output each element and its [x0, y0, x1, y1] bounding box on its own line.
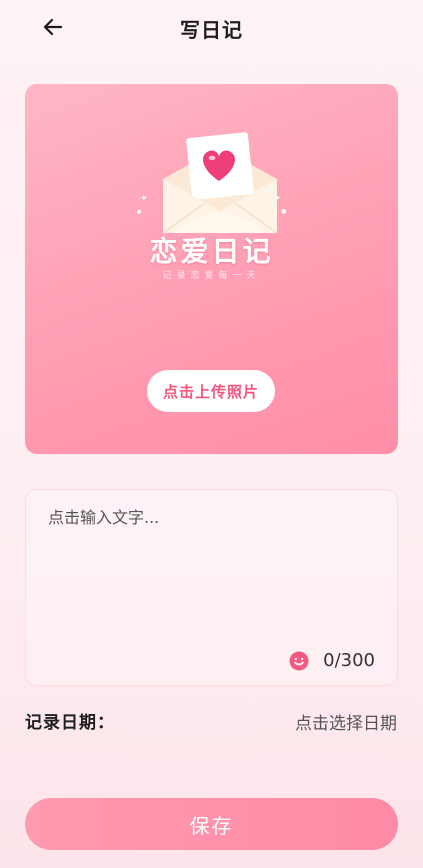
write-diary-page: 写日记 ✦ ✦ ● ● 恋爱日记 记录恋爱每一天 点击上传照片 点击输入文字..…: [0, 0, 423, 868]
photo-upload-card[interactable]: ✦ ✦ ● ● 恋爱日记 记录恋爱每一天 点击上传照片: [25, 84, 398, 454]
diary-text-box: 0/300: [25, 489, 398, 686]
heart-envelope-icon: [162, 132, 278, 234]
save-button[interactable]: 保存: [25, 798, 398, 850]
header: 写日记: [0, 0, 423, 54]
upload-photo-button[interactable]: 点击上传照片: [147, 370, 275, 412]
char-count: 0/300: [323, 650, 375, 671]
page-title: 写日记: [180, 18, 243, 42]
date-label: 记录日期：: [25, 713, 115, 733]
diary-text-input[interactable]: [48, 504, 378, 644]
date-picker[interactable]: 点击选择日期: [295, 709, 397, 734]
sparkle-icon: ✦: [140, 194, 148, 204]
sparkle-icon: ✦: [275, 194, 281, 202]
sparkle-icon: ●: [281, 208, 287, 215]
smile-icon[interactable]: [289, 651, 309, 671]
brand-title: 恋爱日记: [149, 235, 274, 268]
sparkle-icon: ●: [137, 209, 142, 215]
brand-subtitle: 记录恋爱每一天: [162, 271, 261, 281]
